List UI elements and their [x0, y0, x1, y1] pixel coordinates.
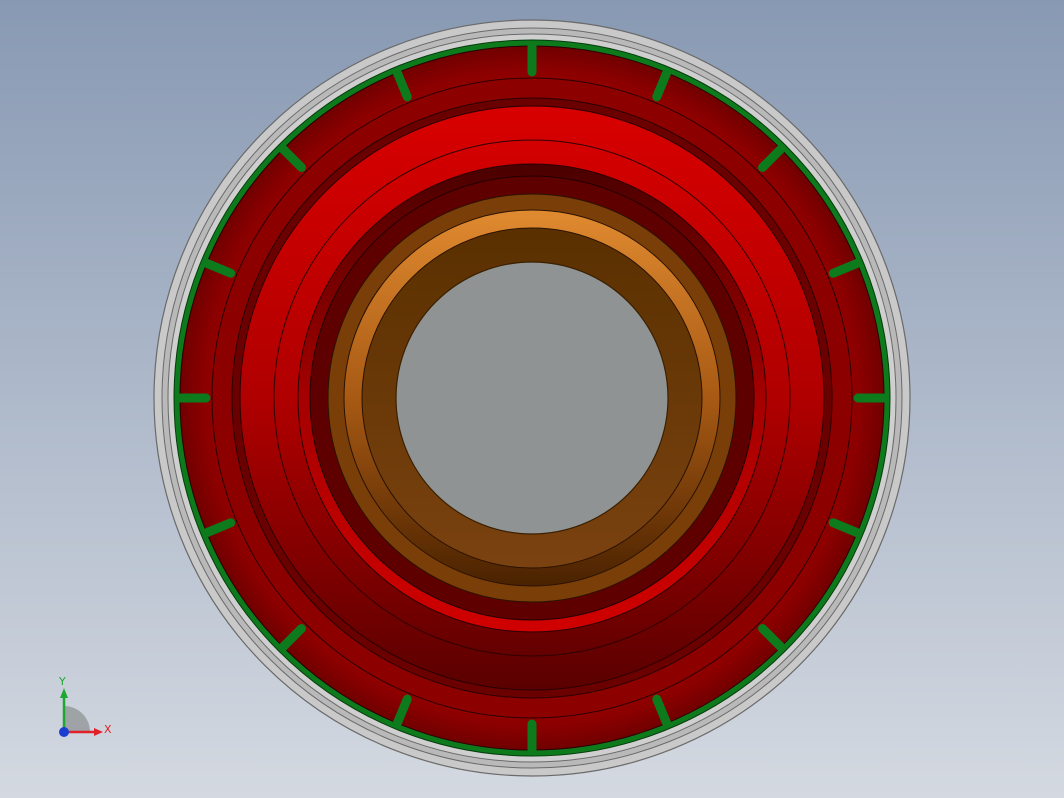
model-view[interactable]: [0, 0, 1064, 798]
y-axis-label: Y: [59, 675, 66, 688]
x-axis-label: X: [104, 723, 112, 736]
center-bore: [395, 261, 669, 535]
coordinate-triad: Y X: [48, 676, 128, 746]
triad-plane-shading: [64, 706, 90, 732]
y-axis-arrowhead: [60, 688, 68, 698]
z-axis-indicator: [59, 727, 69, 737]
graphics-viewport[interactable]: Y X: [0, 0, 1064, 798]
x-axis-arrowhead: [94, 728, 103, 736]
